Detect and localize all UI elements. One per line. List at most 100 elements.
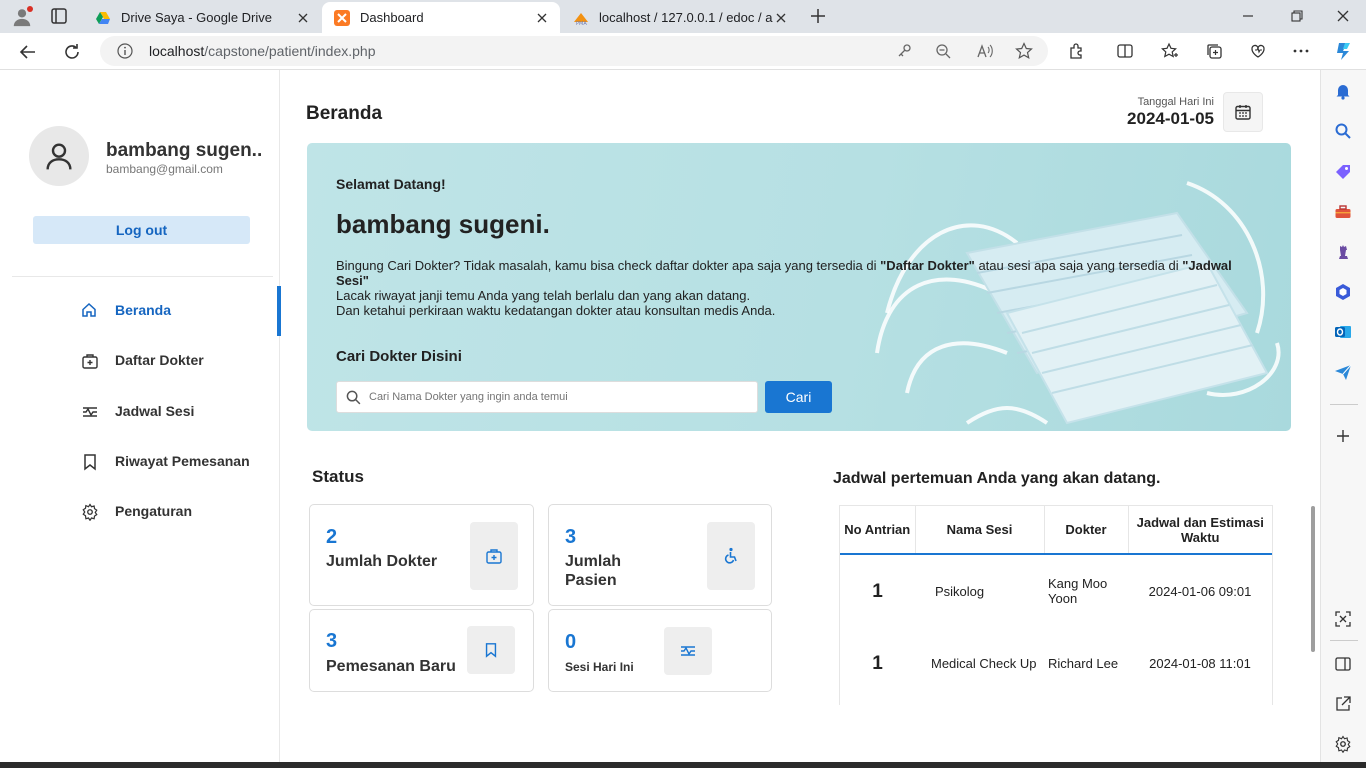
appointments-title: Jadwal pertemuan Anda yang akan datang.	[833, 470, 1161, 487]
status-title: Status	[312, 467, 364, 486]
stat-card-sessions-today: 0 Sesi Hari Ini	[548, 609, 772, 692]
sidebar-item-label: Jadwal Sesi	[115, 403, 195, 419]
app-sidebar: bambang sugen.. bambang@gmail.com Log ou…	[4, 70, 281, 762]
taskbar-edge	[0, 762, 1366, 768]
tab-actions-icon[interactable]	[50, 7, 68, 25]
search-title: Cari Dokter Disini	[336, 348, 462, 365]
stat-label: Sesi Hari Ini	[565, 660, 634, 674]
collections-icon[interactable]	[1205, 42, 1223, 60]
extensions-icon[interactable]	[1068, 42, 1086, 60]
tab-phpmyadmin[interactable]: PMA localhost / 127.0.0.1 / edoc / adr	[561, 2, 799, 33]
more-menu-icon[interactable]	[1292, 42, 1310, 60]
screenshot-icon[interactable]	[1334, 610, 1352, 628]
schedule-time: 2024-01-08 11:01	[1149, 656, 1251, 671]
bookmark-icon	[467, 626, 515, 674]
table-row: 1 Psikolog Kang Moo Yoon 2024-01-06 09:0…	[840, 554, 1272, 627]
search-icon	[346, 390, 361, 405]
session-name: Psikolog	[935, 583, 985, 599]
logout-button[interactable]: Log out	[33, 216, 250, 244]
page-scrollbar[interactable]	[1311, 506, 1315, 652]
browser-essentials-icon[interactable]	[1249, 42, 1267, 60]
close-window-button[interactable]	[1335, 8, 1351, 24]
new-tab-button[interactable]	[808, 6, 828, 26]
address-toolbar: localhost/capstone/patient/index.php	[0, 33, 1366, 70]
welcome-user-name: bambang sugeni.	[336, 209, 550, 239]
phpmyadmin-icon: PMA	[574, 12, 588, 26]
sidebar-settings-gear-icon[interactable]	[1334, 735, 1352, 753]
bookmark-icon	[81, 453, 99, 471]
calendar-icon	[1235, 105, 1251, 120]
minimize-button[interactable]	[1240, 8, 1256, 24]
close-icon	[1337, 10, 1349, 22]
favorite-star-icon[interactable]	[1015, 42, 1033, 60]
edge-sidebar	[1320, 70, 1366, 768]
profile-avatar[interactable]	[9, 4, 35, 30]
wheelchair-icon	[707, 522, 755, 590]
doctor-search-input[interactable]	[369, 382, 749, 412]
split-screen-icon[interactable]	[1116, 42, 1134, 60]
read-aloud-icon[interactable]	[976, 43, 994, 59]
avatar	[29, 126, 89, 186]
doctor-name: Richard Lee	[1048, 656, 1119, 671]
copilot-icon[interactable]	[1333, 40, 1355, 62]
back-button[interactable]	[18, 42, 38, 62]
search-button[interactable]: Cari	[765, 381, 832, 413]
welcome-banner: Selamat Datang! bambang sugeni. Bingung …	[307, 143, 1291, 431]
close-tab-icon[interactable]	[773, 10, 789, 26]
telegram-send-icon[interactable]	[1334, 363, 1352, 381]
close-tab-icon[interactable]	[534, 10, 550, 26]
search-sidebar-icon[interactable]	[1334, 122, 1352, 140]
user-name: bambang sugen..	[106, 140, 263, 161]
stat-value: 3	[326, 630, 338, 652]
reload-icon	[65, 44, 79, 59]
restore-button[interactable]	[1289, 8, 1305, 24]
key-icon[interactable]	[896, 43, 912, 59]
plus-icon	[811, 9, 825, 23]
close-tab-icon[interactable]	[295, 10, 311, 26]
site-info-icon[interactable]	[117, 43, 133, 59]
stat-card-bookings: 3 Pemesanan Baru	[309, 609, 534, 692]
medical-bag-icon	[470, 522, 518, 590]
sidebar-toggle-icon[interactable]	[1334, 655, 1352, 673]
table-row: 1 Medical Check Up Richard Lee 2024-01-0…	[840, 627, 1272, 700]
minimize-icon	[1243, 15, 1253, 17]
sidebar-item-daftar-dokter[interactable]: Daftar Dokter	[4, 336, 280, 384]
sidebar-item-beranda[interactable]: Beranda	[4, 286, 281, 336]
queue-number: 1	[872, 653, 883, 674]
tab-google-drive[interactable]: Drive Saya - Google Drive	[83, 2, 321, 33]
favorites-icon[interactable]	[1161, 42, 1179, 60]
sidebar-item-jadwal-sesi[interactable]: Jadwal Sesi	[4, 387, 280, 435]
stat-value: 3	[565, 526, 577, 548]
zoom-out-icon[interactable]	[935, 43, 951, 59]
url-text[interactable]: localhost/capstone/patient/index.php	[149, 43, 376, 59]
schedule-icon	[81, 403, 99, 421]
schedule-icon	[664, 627, 712, 675]
welcome-text: Selamat Datang!	[336, 176, 446, 192]
games-chess-icon[interactable]	[1334, 243, 1352, 261]
sidebar-item-riwayat-pemesanan[interactable]: Riwayat Pemesanan	[4, 437, 280, 485]
shopping-tag-icon[interactable]	[1334, 163, 1352, 181]
stat-value: 0	[565, 631, 577, 653]
page-title: Beranda	[306, 103, 383, 124]
calendar-button[interactable]	[1223, 92, 1263, 132]
tab-dashboard[interactable]: Dashboard	[322, 2, 560, 33]
stat-label: Pemesanan Baru	[326, 658, 456, 675]
reload-button[interactable]	[62, 42, 82, 62]
url-bar[interactable]: localhost/capstone/patient/index.php	[100, 36, 1048, 66]
svg-text:PMA: PMA	[576, 21, 587, 26]
xampp-icon	[334, 9, 350, 26]
add-sidebar-plus-icon[interactable]	[1335, 428, 1351, 444]
sidebar-item-label: Riwayat Pemesanan	[115, 453, 250, 469]
sidebar-item-pengaturan[interactable]: Pengaturan	[4, 487, 280, 535]
welcome-description: Bingung Cari Dokter? Tidak masalah, kamu…	[336, 258, 1232, 318]
browser-tab-strip: Drive Saya - Google Drive Dashboard PMA …	[0, 0, 1366, 33]
user-email: bambang@gmail.com	[106, 162, 223, 176]
notifications-bell-icon[interactable]	[1334, 82, 1352, 100]
open-external-icon[interactable]	[1334, 695, 1352, 713]
doctor-search-box[interactable]	[336, 381, 758, 413]
appointments-table: No Antrian Nama Sesi Dokter Jadwal dan E…	[839, 505, 1273, 705]
microsoft-365-icon[interactable]	[1334, 283, 1352, 301]
tools-toolbox-icon[interactable]	[1334, 203, 1352, 221]
date-label: Tanggal Hari Ini	[1137, 96, 1214, 108]
outlook-icon[interactable]	[1334, 323, 1352, 341]
